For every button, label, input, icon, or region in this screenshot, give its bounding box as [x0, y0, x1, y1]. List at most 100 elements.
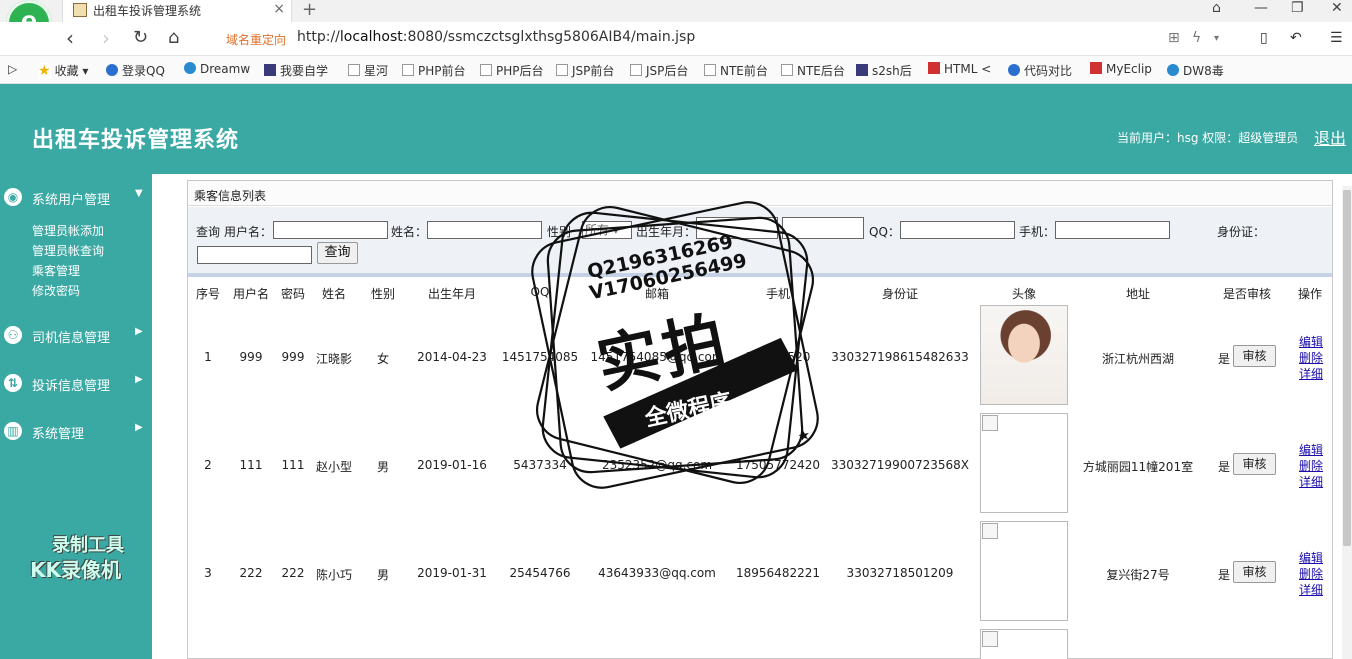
browser-tab[interactable]: 出租车投诉管理系统 × [62, 0, 292, 22]
lightning-icon[interactable]: ϟ [1192, 30, 1201, 46]
recorder-watermark: 录制工具 KK录像机 [30, 535, 124, 582]
undo-icon[interactable]: ↶ [1290, 30, 1302, 46]
new-tab-button[interactable]: + [302, 0, 317, 20]
close-window-icon[interactable]: ✕ [1331, 0, 1343, 16]
bookmark-item[interactable]: HTML < [928, 62, 991, 76]
refresh-icon[interactable]: ↻ [133, 27, 148, 48]
menu-driver-info[interactable]: ⚇ 司机信息管理 ▶ [0, 324, 152, 346]
idcard-input[interactable] [197, 246, 312, 264]
tab-title: 出租车投诉管理系统 [93, 4, 202, 18]
menu-system-users[interactable]: ◉ 系统用户管理 ▼ [0, 186, 152, 208]
bookmark-item[interactable]: Dreamw [184, 62, 250, 76]
cell-audited: 是 [1217, 460, 1231, 474]
edit-link[interactable]: 编辑 [1299, 441, 1323, 458]
idcard-label: 身份证： [1217, 225, 1266, 239]
bookmark-item[interactable]: 我要自学 [264, 62, 328, 79]
menu-complaint-info[interactable]: ⇅ 投诉信息管理 ▶ [0, 372, 152, 394]
sidebar-item-change-password[interactable]: 修改密码 [32, 282, 80, 299]
col-audited: 是否审核 [1222, 287, 1272, 301]
app-title: 出租车投诉管理系统 [32, 127, 240, 153]
phone-input[interactable] [1055, 221, 1170, 239]
chevron-down-icon[interactable]: ▾ [1214, 33, 1219, 44]
bookmark-icon[interactable]: ▯ [1260, 30, 1268, 46]
bookmark-item[interactable]: PHP后台 [480, 62, 544, 79]
bookmark-item[interactable]: JSP后台 [630, 62, 688, 79]
name-input[interactable] [427, 221, 542, 239]
delete-link[interactable]: 删除 [1299, 349, 1323, 366]
edit-link[interactable]: 编辑 [1299, 333, 1323, 350]
cell-address: 复兴街27号 [1106, 568, 1170, 582]
sidebar-item-admin-add[interactable]: 管理员帐添加 [32, 222, 104, 239]
bookmark-item[interactable]: ★ 收藏 ▾ [38, 62, 88, 79]
cell-birth: 2019-01-31 [417, 566, 487, 580]
detail-link[interactable]: 详细 [1299, 365, 1323, 382]
qq-label: QQ： [869, 225, 900, 239]
caret-down-icon: ▼ [135, 188, 143, 199]
col-gender: 性别 [370, 287, 396, 301]
menu-icon[interactable]: ☰ [1330, 30, 1343, 46]
detail-link[interactable]: 详细 [1299, 473, 1323, 490]
logout-link[interactable]: 退出 [1314, 125, 1346, 149]
cell-idcard: 33032719900723568X [830, 458, 970, 472]
menu-system-manage[interactable]: ▥ 系统管理 ▶ [0, 420, 152, 442]
complaint-icon: ⇅ [4, 374, 22, 392]
minimize-icon[interactable]: — [1254, 0, 1268, 16]
bookmark-item[interactable]: PHP前台 [402, 62, 466, 79]
bookmark-item[interactable]: 登录QQ [106, 62, 165, 79]
col-address: 地址 [1125, 287, 1151, 301]
qq-icon [106, 64, 118, 76]
cell-idcard: 330327198615482633 [831, 350, 969, 364]
address-bar[interactable]: http://localhost:8080/ssmczctsglxthsg580… [297, 29, 695, 45]
restore-icon[interactable]: ❐ [1291, 0, 1304, 16]
scrollbar-thumb[interactable] [1343, 190, 1351, 546]
sidebar-item-admin-query[interactable]: 管理员帐查询 [32, 242, 104, 259]
bookmark-item[interactable]: 代码对比 [1008, 62, 1072, 79]
cell-password: 222 [281, 566, 305, 580]
delete-link[interactable]: 删除 [1299, 565, 1323, 582]
cell-name: 赵小型 [315, 460, 353, 474]
image-icon [264, 64, 276, 76]
forward-icon[interactable]: › [102, 26, 110, 50]
audit-button[interactable]: 审核 [1233, 453, 1276, 475]
url-path: :8080/ssmczctsglxthsg5806AIB4/main.jsp [402, 29, 696, 45]
home-icon[interactable]: ⌂ [168, 27, 179, 48]
paw-icon [1167, 64, 1179, 76]
gender-select[interactable]: 所有 ▾ [582, 221, 632, 239]
bookmark-item[interactable]: DW8毒 [1167, 62, 1224, 79]
back-icon[interactable]: ‹ [66, 26, 74, 50]
bookmark-item[interactable]: JSP前台 [556, 62, 614, 79]
detail-link[interactable]: 详细 [1299, 581, 1323, 598]
user-icon: ◉ [4, 188, 22, 206]
bookmark-item[interactable]: s2sh后 [856, 62, 912, 79]
shirt-icon[interactable]: ⌂ [1212, 0, 1221, 16]
bookmark-item[interactable]: NTE后台 [781, 62, 845, 79]
col-username: 用户名 [232, 287, 270, 301]
page-favicon-icon [73, 3, 87, 17]
username-input[interactable] [273, 221, 388, 239]
audit-button[interactable]: 审核 [1233, 561, 1276, 583]
bookmark-item[interactable]: 星河 [348, 62, 388, 79]
broken-image-icon [982, 523, 998, 539]
expand-icon[interactable]: ▷ [8, 62, 17, 76]
col-phone: 手机 [765, 287, 791, 301]
user-info: 当前用户：hsg 权限：超级管理员 [1117, 131, 1299, 145]
caret-right-icon: ▶ [135, 374, 143, 385]
birth-end-input[interactable] [782, 217, 864, 239]
avatar-image [980, 521, 1068, 621]
qq-input[interactable] [900, 221, 1015, 239]
grid-icon[interactable]: ⊞ [1168, 30, 1180, 46]
delete-link[interactable]: 删除 [1299, 457, 1323, 474]
search-button[interactable]: 查询 [317, 242, 358, 264]
cell-username: 111 [239, 458, 263, 472]
close-tab-icon[interactable]: × [273, 1, 285, 17]
browser-navbar: ‹ › ↻ ⌂ 域名重定向 http://localhost:8080/ssmc… [0, 22, 1352, 56]
cell-username: 999 [239, 350, 263, 364]
bookmark-item[interactable]: MyEclip [1090, 62, 1152, 76]
bookmark-item[interactable]: NTE前台 [704, 62, 768, 79]
cell-phone: 17505772420 [736, 458, 820, 472]
page-icon [402, 64, 414, 76]
sidebar-item-passenger[interactable]: 乘客管理 [32, 262, 80, 279]
avatar-image [980, 413, 1068, 513]
audit-button[interactable]: 审核 [1233, 345, 1276, 367]
edit-link[interactable]: 编辑 [1299, 549, 1323, 566]
